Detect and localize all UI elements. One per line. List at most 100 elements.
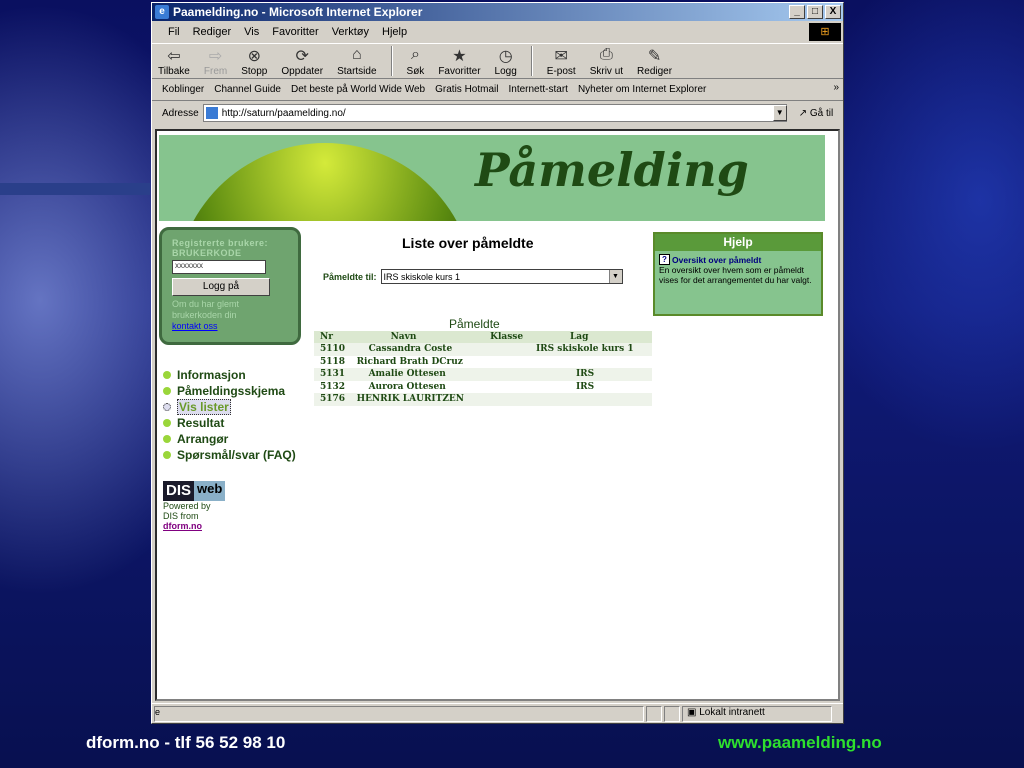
link-hotmail[interactable]: Gratis Hotmail: [435, 84, 498, 95]
page-status-icon: e: [155, 706, 161, 717]
links-label: Koblinger: [162, 84, 205, 95]
column-header: Lag: [529, 331, 652, 343]
nav-item-faq[interactable]: Spørsmål/svar (FAQ): [163, 447, 296, 463]
toolbar-separator: [390, 46, 393, 76]
zone-label: Lokalt intranett: [699, 706, 765, 718]
search-button[interactable]: ⌕ Søk: [407, 46, 425, 77]
column-header: Navn: [350, 331, 485, 343]
site-title: Påmelding: [475, 143, 749, 197]
browser-window: e Paamelding.no - Microsoft Internet Exp…: [151, 2, 844, 724]
home-icon: ⌂: [351, 46, 362, 63]
login-title: Registrerte brukere:: [172, 238, 269, 248]
chevron-down-icon[interactable]: ▼: [608, 270, 622, 283]
help-topic[interactable]: ? Oversikt over påmeldt: [659, 254, 817, 265]
bullet-icon: [163, 387, 171, 395]
table-header-row: Nr Navn Klasse Lag: [314, 331, 652, 343]
search-icon: ⌕: [410, 46, 420, 63]
window-controls: _ □ X: [789, 5, 843, 19]
powered-by-text: Powered by: [163, 501, 211, 511]
dis-web-logo[interactable]: DIS web: [163, 481, 226, 501]
column-header: Klasse: [484, 331, 530, 343]
forward-icon: ⇨: [208, 48, 223, 65]
home-button[interactable]: ⌂ Startside: [337, 46, 376, 77]
table-row: 5176 HENRIK LAURITZEN: [314, 393, 652, 406]
menu-fil[interactable]: Fil: [168, 26, 180, 38]
dform-link[interactable]: dform.no: [163, 521, 202, 531]
login-button[interactable]: Logg på: [172, 278, 270, 296]
window-title: Paamelding.no - Microsoft Internet Explo…: [173, 5, 423, 19]
login-help-text: Om du har glemt brukerkoden din: [172, 299, 240, 320]
chevron-right-icon[interactable]: »: [833, 82, 839, 93]
nav-item-informasjon[interactable]: Informasjon: [163, 367, 296, 383]
contact-link[interactable]: kontakt oss: [172, 321, 218, 331]
footer-contact: dform.no - tlf 56 52 98 10: [86, 733, 286, 752]
side-navigation: Informasjon Påmeldingsskjema Vis lister …: [163, 367, 296, 463]
column-header: Nr: [314, 331, 351, 343]
mail-button[interactable]: ✉ E-post: [547, 46, 576, 77]
forward-button[interactable]: ⇨ Frem: [204, 46, 227, 77]
status-text-panel: e: [154, 705, 644, 722]
event-select[interactable]: IRS skiskole kurs 1 ▼: [380, 269, 623, 284]
help-title: Hjelp: [655, 234, 821, 251]
back-icon: ⇦: [167, 48, 181, 65]
table-row: 5131 Amalie Ottesen IRS: [314, 368, 652, 381]
menu-rediger[interactable]: Rediger: [193, 26, 232, 38]
table-row: 5118 Richard Brath DCruz: [320, 356, 463, 367]
bullet-icon: [163, 451, 171, 459]
minimize-button[interactable]: _: [789, 5, 805, 19]
table-row: 5110 Cassandra Coste IRS skiskole kurs 1: [314, 343, 652, 356]
maximize-button[interactable]: □: [807, 5, 823, 19]
address-bar: Adresse http://saturn/paamelding.no/ ▼ ↗…: [152, 101, 843, 125]
nav-item-arrangor[interactable]: Arrangør: [163, 431, 296, 447]
help-panel: Hjelp ? Oversikt over påmeldt En oversik…: [653, 232, 823, 316]
address-url: http://saturn/paamelding.no/: [221, 107, 346, 119]
refresh-icon: ⟳: [295, 48, 309, 65]
bullet-icon: [163, 419, 171, 427]
menu-hjelp[interactable]: Hjelp: [382, 26, 407, 38]
status-bar: e ▣ Lokalt intranett: [152, 703, 843, 723]
standard-toolbar: ⇦ Tilbake ⇨ Frem ⊗ Stopp ⟳ Oppdater ⌂ Startsi…: [152, 43, 843, 79]
menu-bar: Fil Rediger Vis Favoritter Verktøy Hjelp…: [152, 21, 843, 43]
menu-favoritter[interactable]: Favoritter: [272, 26, 318, 38]
link-channel-guide[interactable]: Channel Guide: [214, 84, 281, 95]
help-text: En oversikt over hvem som er påmeldt vis…: [659, 265, 812, 285]
close-button[interactable]: X: [825, 5, 841, 19]
refresh-button[interactable]: ⟳ Oppdater: [281, 46, 323, 77]
edit-icon: ✎: [647, 48, 662, 65]
menu-verktoy[interactable]: Verktøy: [332, 26, 369, 38]
participants-table: Nr Navn Klasse Lag 5110 Cassandra Coste …: [314, 331, 652, 406]
link-ie-news[interactable]: Nyheter om Internet Explorer: [578, 84, 706, 95]
user-code-input[interactable]: xxxxxxx: [172, 260, 266, 274]
favorites-icon: ★: [452, 48, 467, 65]
dis-web-badge: DIS web Powered by DIS from dform.no: [163, 481, 226, 531]
footer-website: www.paamelding.no: [718, 733, 882, 752]
history-icon: ◷: [498, 48, 513, 65]
page-viewport: Påmelding Registrerte brukere: BRUKERKOD…: [155, 129, 840, 701]
favorites-button[interactable]: ★ Favoritter: [438, 46, 480, 77]
title-bar: e Paamelding.no - Microsoft Internet Exp…: [152, 3, 843, 21]
help-question-icon: ?: [659, 254, 670, 265]
edit-button[interactable]: ✎ Rediger: [637, 46, 672, 77]
menu-vis[interactable]: Vis: [244, 26, 259, 38]
bullet-icon: [163, 371, 171, 379]
help-body: ? Oversikt over påmeldt En oversikt over…: [655, 251, 821, 288]
print-button[interactable]: ⎙ Skriv ut: [590, 46, 623, 77]
nav-item-pameldingsskjema[interactable]: Påmeldingsskjema: [163, 383, 296, 399]
bullet-icon: [163, 435, 171, 443]
link-best-of-web[interactable]: Det beste på World Wide Web: [291, 84, 425, 95]
address-input[interactable]: http://saturn/paamelding.no/: [202, 104, 787, 122]
filter-label: Påmeldte til:: [323, 271, 377, 282]
stop-button[interactable]: ⊗ Stopp: [241, 46, 267, 77]
go-button[interactable]: ↗ Gå til: [799, 108, 834, 119]
history-button[interactable]: ◷ Logg: [495, 46, 517, 77]
login-panel: Registrerte brukere: BRUKERKODE xxxxxxx …: [159, 227, 301, 345]
event-filter: Påmeldte til: IRS skiskole kurs 1 ▼: [323, 269, 623, 284]
address-dropdown-button[interactable]: ▼: [772, 105, 787, 121]
links-bar: Koblinger Channel Guide Det beste på Wor…: [152, 79, 843, 101]
back-button[interactable]: ⇦ Tilbake: [158, 46, 190, 77]
intranet-icon: ▣: [687, 706, 697, 718]
nav-item-vis-lister[interactable]: Vis lister: [163, 399, 296, 415]
link-internet-start[interactable]: Internett-start: [508, 84, 567, 95]
nav-item-resultat[interactable]: Resultat: [163, 415, 296, 431]
zone-panel: ▣ Lokalt intranett: [682, 705, 832, 722]
